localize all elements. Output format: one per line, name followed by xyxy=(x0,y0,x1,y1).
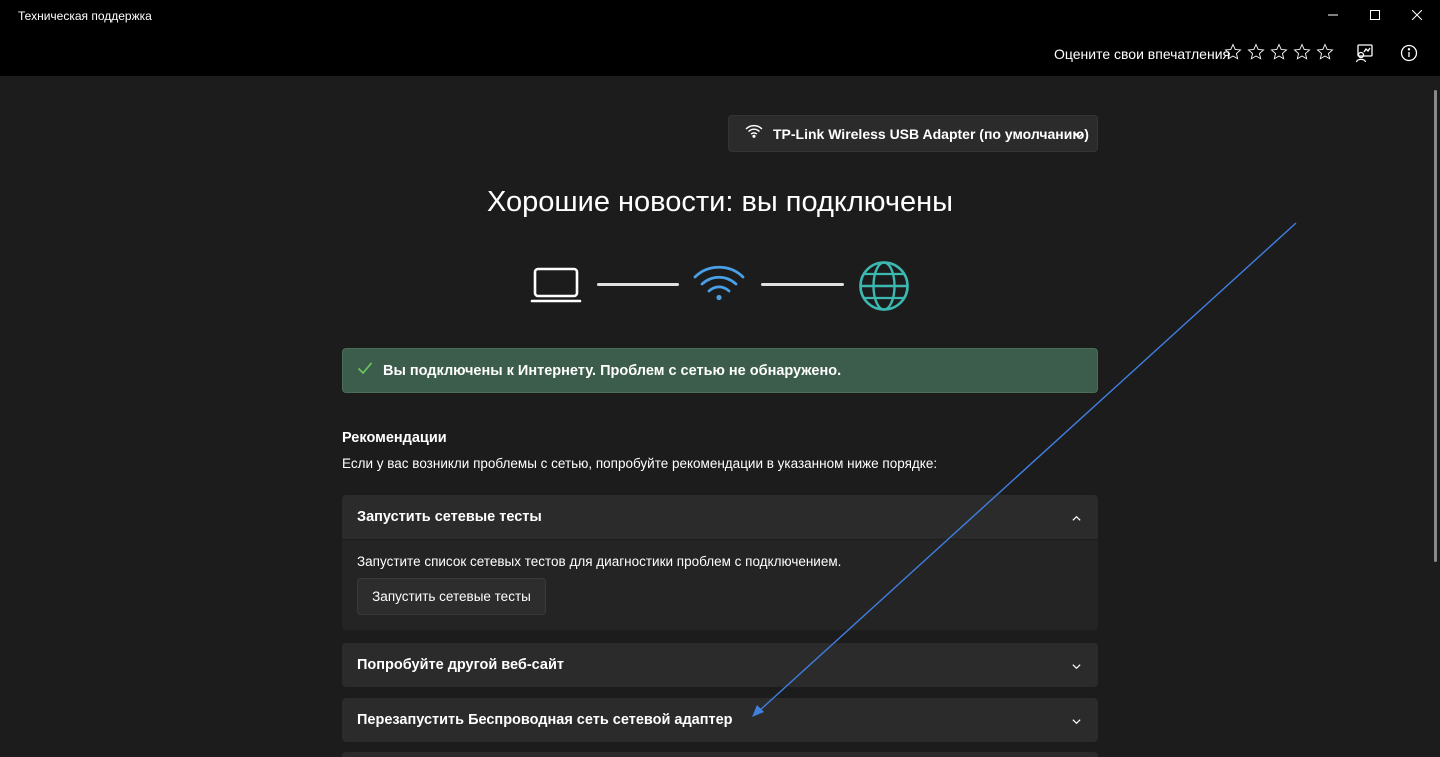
adapter-name: TP-Link Wireless USB Adapter (по умолчан… xyxy=(773,125,1089,142)
star-icon xyxy=(1224,43,1242,60)
info-button[interactable] xyxy=(1399,43,1419,63)
chevron-down-icon xyxy=(1071,659,1082,677)
close-icon xyxy=(1412,10,1422,20)
checkmark-icon xyxy=(357,361,373,380)
status-message: Вы подключены к Интернету. Проблем с сет… xyxy=(383,362,842,379)
recommendation-description: Запустите список сетевых тестов для диаг… xyxy=(357,554,842,569)
star-3[interactable] xyxy=(1270,43,1288,61)
star-icon xyxy=(1270,43,1288,60)
recommendation-label: Запустить сетевые тесты xyxy=(357,509,542,525)
star-icon xyxy=(1293,43,1311,60)
recommendation-header[interactable]: Перезапустить Беспроводная сеть сетевой … xyxy=(342,698,1098,742)
status-banner: Вы подключены к Интернету. Проблем с сет… xyxy=(342,348,1098,393)
recommendation-body: Запустите список сетевых тестов для диаг… xyxy=(342,539,1098,630)
recommendation-header[interactable]: Попробуйте другой веб-сайт xyxy=(342,643,1098,687)
feedback-icon xyxy=(1355,44,1373,63)
app-title: Техническая поддержка xyxy=(18,9,152,23)
star-icon xyxy=(1247,43,1265,60)
laptop-icon xyxy=(530,267,582,303)
info-icon xyxy=(1400,44,1418,62)
maximize-button[interactable] xyxy=(1352,0,1398,30)
recommendations-title: Рекомендации xyxy=(342,430,447,446)
wifi-connected-icon xyxy=(693,265,745,301)
recommendation-network-tests: Запустить сетевые тесты Запустите список… xyxy=(342,495,1098,630)
maximize-icon xyxy=(1370,10,1380,20)
recommendation-label: Перезапустить Беспроводная сеть сетевой … xyxy=(357,712,733,728)
globe-icon xyxy=(859,261,909,311)
chevron-down-icon xyxy=(1073,128,1085,146)
star-1[interactable] xyxy=(1224,43,1242,61)
connection-line-right xyxy=(761,283,844,286)
page-title: Хорошие новости: вы подключены xyxy=(486,186,954,218)
chevron-down-icon xyxy=(1071,714,1082,732)
recommendation-label: Попробуйте другой веб-сайт xyxy=(357,657,564,673)
feedback-button[interactable] xyxy=(1354,43,1374,63)
minimize-button[interactable] xyxy=(1310,0,1356,30)
rating-stars xyxy=(1224,43,1334,61)
star-icon xyxy=(1316,43,1334,60)
star-4[interactable] xyxy=(1293,43,1311,61)
star-5[interactable] xyxy=(1316,43,1334,61)
adapter-selector[interactable]: TP-Link Wireless USB Adapter (по умолчан… xyxy=(728,115,1098,152)
recommendations-subtitle: Если у вас возникли проблемы с сетью, по… xyxy=(342,456,938,471)
chevron-up-icon xyxy=(1071,511,1082,529)
title-bar: Техническая поддержка Оцените свои впеча… xyxy=(0,0,1440,76)
rate-experience-label: Оцените свои впечатления xyxy=(1054,46,1231,62)
run-network-tests-button[interactable]: Запустить сетевые тесты xyxy=(357,578,546,615)
connection-line-left xyxy=(597,283,679,286)
star-2[interactable] xyxy=(1247,43,1265,61)
recommendation-next-partial xyxy=(342,752,1098,757)
recommendation-restart-adapter: Перезапустить Беспроводная сеть сетевой … xyxy=(342,698,1098,742)
close-button[interactable] xyxy=(1394,0,1440,30)
recommendation-try-other-website: Попробуйте другой веб-сайт xyxy=(342,643,1098,687)
wifi-icon xyxy=(745,124,763,143)
minimize-icon xyxy=(1328,14,1338,16)
recommendation-header[interactable]: Запустить сетевые тесты xyxy=(342,495,1098,539)
scrollbar-thumb[interactable] xyxy=(1434,90,1437,562)
